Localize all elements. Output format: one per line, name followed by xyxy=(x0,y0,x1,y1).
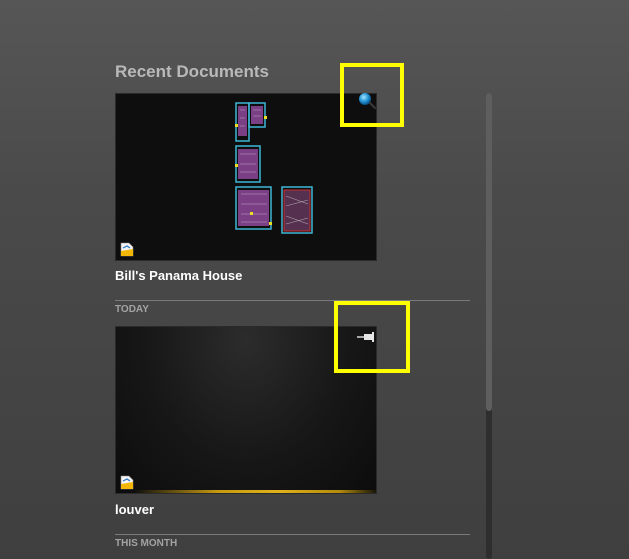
drawing-file-icon xyxy=(120,242,134,257)
section-header-today: TODAY xyxy=(115,300,470,315)
drawing-file-icon xyxy=(120,475,134,490)
annotation-highlight-box xyxy=(334,301,410,373)
section-header-this-month: THIS MONTH xyxy=(115,534,470,549)
document-title[interactable]: louver xyxy=(115,502,154,517)
scrollbar-thumb[interactable] xyxy=(486,93,492,411)
document-title[interactable]: Bill's Panama House xyxy=(115,268,242,283)
scrollbar[interactable] xyxy=(486,93,492,559)
floor-plan-preview xyxy=(235,102,313,234)
selection-glow xyxy=(134,490,376,493)
recent-documents-title: Recent Documents xyxy=(115,62,269,81)
annotation-highlight-box xyxy=(340,63,404,127)
document-thumbnail[interactable] xyxy=(115,93,377,261)
